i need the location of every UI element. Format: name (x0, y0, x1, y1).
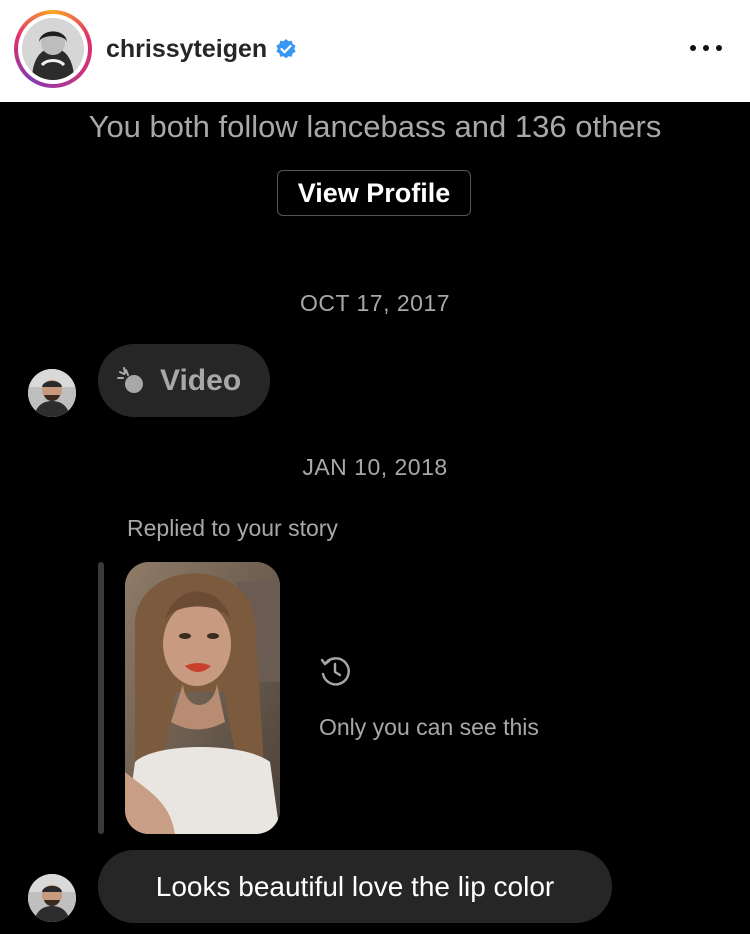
text-message-bubble[interactable]: Looks beautiful love the lip color (98, 850, 612, 923)
sender-avatar-image (28, 874, 76, 922)
more-dot (716, 45, 722, 51)
date-separator: OCT 17, 2017 (299, 290, 451, 316)
sender-avatar-image (28, 369, 76, 417)
story-thumbnail[interactable] (125, 562, 280, 834)
chat-header: chrissyteigen (0, 0, 750, 102)
reply-indicator-bar (98, 562, 104, 834)
video-sparkle-icon (116, 366, 150, 396)
privacy-note: Only you can see this (319, 714, 539, 740)
view-profile-button[interactable]: View Profile (277, 170, 471, 216)
profile-avatar-border (18, 14, 88, 84)
more-dot (690, 45, 696, 51)
sender-avatar[interactable] (28, 874, 76, 922)
verified-badge-icon (275, 38, 297, 60)
more-options-icon[interactable] (690, 36, 722, 60)
profile-avatar[interactable] (22, 18, 84, 80)
sender-avatar[interactable] (28, 369, 76, 417)
history-icon (318, 654, 352, 688)
profile-avatar-ring[interactable] (14, 10, 92, 88)
mutual-followers-text: You both follow lancebass and 136 others (88, 109, 662, 144)
profile-avatar-image (22, 18, 84, 80)
story-thumbnail-image (125, 562, 280, 834)
replied-to-story-label: Replied to your story (127, 515, 338, 541)
username-group[interactable]: chrissyteigen (106, 32, 297, 66)
date-separator: JAN 10, 2018 (302, 454, 448, 480)
video-message-bubble[interactable]: Video (98, 344, 270, 417)
more-dot (703, 45, 709, 51)
username[interactable]: chrissyteigen (106, 35, 267, 64)
video-label: Video (160, 363, 242, 397)
